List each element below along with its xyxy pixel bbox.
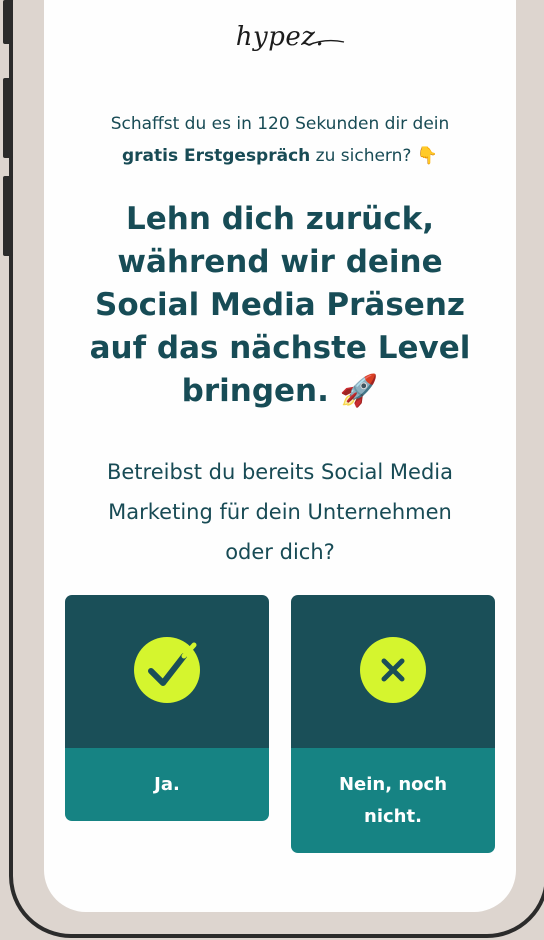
question-line-2: Marketing für dein Unternehmen (108, 500, 452, 524)
answer-yes-icon-area (65, 595, 269, 748)
question-line-3: oder dich? (225, 540, 335, 564)
headline-line-4: auf das nächste Level (89, 330, 471, 366)
answer-no-label: Nein, noch nicht. (291, 748, 495, 853)
answer-yes-button[interactable]: Ja. (65, 595, 269, 821)
check-icon (134, 637, 200, 703)
intro-line-1: Schaffst du es in 120 Sekunden dir dein (110, 114, 450, 134)
headline-line-1: Lehn dich zurück, (125, 201, 434, 237)
intro-rest: zu sichern? 👇 (310, 146, 438, 166)
answer-no-label-line-2: nicht. (364, 805, 422, 827)
question-line-1: Betreibst du bereits Social Media (106, 460, 454, 484)
logo-swoosh-icon (307, 39, 345, 46)
phone-volume-up-button (3, 78, 13, 158)
phone-volume-down-button (3, 176, 13, 256)
phone-screen: hypez. Schaffst du es in 120 Sekunden di… (44, 0, 516, 912)
page-headline: Lehn dich zurück, während wir deine Soci… (64, 198, 496, 413)
intro-line-2: gratis Erstgespräch zu sichern? 👇 (64, 140, 496, 172)
question-text: Betreibst du bereits Social Media Market… (62, 452, 498, 572)
answer-no-label-line-1: Nein, noch (338, 773, 448, 795)
intro-bold: gratis Erstgespräch (121, 146, 311, 166)
headline-line-2: während wir deine (117, 244, 443, 280)
phone-side-button (3, 0, 13, 44)
headline-line-3: Social Media Präsenz (95, 287, 465, 323)
answer-yes-label: Ja. (65, 748, 269, 821)
headline-line-5: bringen. 🚀 (181, 373, 379, 409)
answer-no-button[interactable]: Nein, noch nicht. (291, 595, 495, 853)
close-icon (360, 637, 426, 703)
answer-no-icon-area (291, 595, 495, 748)
brand-logo: hypez. (44, 22, 516, 52)
intro-text: Schaffst du es in 120 Sekunden dir dein … (64, 108, 496, 172)
